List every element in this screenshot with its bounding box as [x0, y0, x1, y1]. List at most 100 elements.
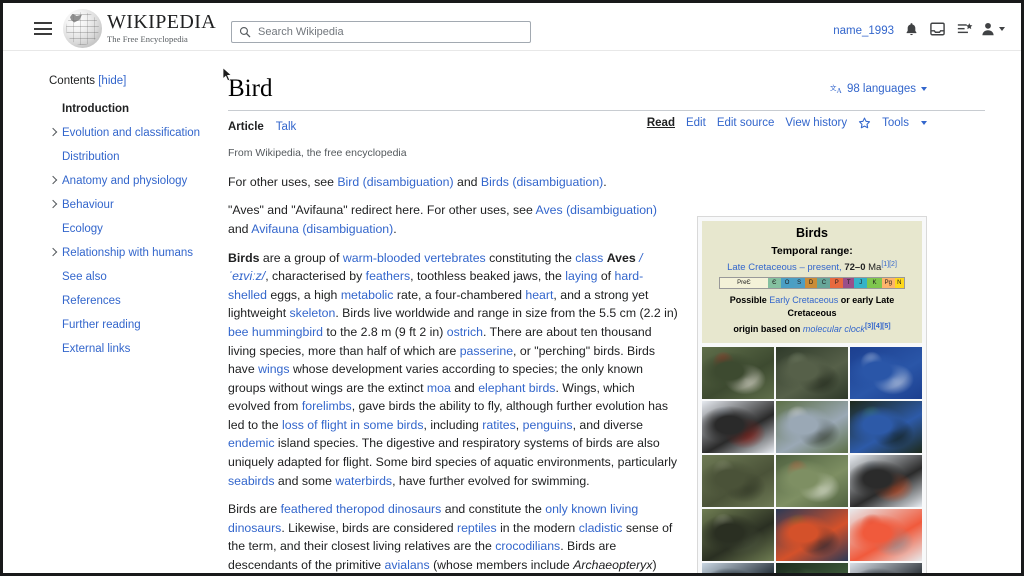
hamburger-menu-icon[interactable]	[34, 22, 52, 35]
timescale-segment-d[interactable]: D	[804, 278, 818, 289]
toc-item-anatomy-and-physiology[interactable]: Anatomy and physiology	[49, 173, 215, 189]
chevron-right-icon[interactable]	[49, 176, 58, 185]
hatnote-1-link-a[interactable]: Bird (disambiguation)	[337, 175, 453, 189]
article-link[interactable]: vertebrates	[424, 251, 486, 265]
article-link[interactable]: ostrich	[447, 325, 483, 339]
tab-talk[interactable]: Talk	[276, 121, 296, 133]
toc-item-distribution[interactable]: Distribution	[49, 149, 215, 165]
article-link[interactable]: ratites	[482, 418, 516, 432]
article-link[interactable]: reptiles	[457, 521, 497, 535]
toc-item-external-links[interactable]: External links	[49, 341, 215, 357]
toc-item-behaviour[interactable]: Behaviour	[49, 197, 215, 213]
temporal-range-text[interactable]: Late Cretaceous – present,	[727, 262, 842, 273]
toc-item-introduction[interactable]: Introduction	[49, 101, 215, 117]
taxobox-photo-peacock-display[interactable]	[850, 401, 922, 454]
article-link[interactable]: warm-blooded	[343, 251, 421, 265]
taxobox-photo-grey-crowned-crane-juvenile[interactable]	[776, 347, 848, 400]
tab-view-history[interactable]: View history	[785, 117, 847, 129]
timescale-segment-o[interactable]: O	[780, 278, 794, 289]
article-link[interactable]: wings	[258, 362, 289, 376]
taxobox-photo-red-headed-woodpecker[interactable]	[702, 347, 774, 400]
timescale-segment-p[interactable]: P	[830, 278, 844, 289]
chevron-right-icon[interactable]	[49, 128, 58, 137]
hatnote-2-link-b[interactable]: Avifauna (disambiguation)	[251, 222, 393, 236]
article-link[interactable]: metabolic	[341, 288, 394, 302]
chevron-right-icon[interactable]	[49, 200, 58, 209]
article-link[interactable]: heart	[525, 288, 553, 302]
chevron-right-icon[interactable]	[49, 248, 58, 257]
tab-article[interactable]: Article	[228, 121, 264, 133]
taxobox-photo-flamingo[interactable]	[850, 509, 922, 562]
article-link[interactable]: crocodilians	[495, 539, 560, 553]
article-link[interactable]: moa	[427, 381, 451, 395]
watchlist-icon[interactable]	[957, 22, 973, 36]
timescale-segment-n[interactable]: N	[894, 278, 904, 289]
toc-item-ecology[interactable]: Ecology	[49, 221, 215, 237]
toc-item-references[interactable]: References	[49, 293, 215, 309]
origin-line1-link[interactable]: Early Cretaceous	[769, 295, 838, 305]
taxobox-photo-pigeon[interactable]	[702, 455, 774, 508]
taxobox-photo-ibis[interactable]	[776, 563, 848, 573]
taxobox-photo-penguin[interactable]	[702, 563, 774, 573]
hatnote-2-link-a[interactable]: Aves (disambiguation)	[536, 203, 657, 217]
taxobox-photo-magpie[interactable]	[702, 401, 774, 454]
geologic-timescale-bar[interactable]: PreЄ Є O S D C P T J K Pg N	[719, 277, 905, 290]
taxobox-photo-northern-gannet[interactable]	[850, 347, 922, 400]
taxobox-photo-guineafowl[interactable]	[702, 509, 774, 562]
tab-read[interactable]: Read	[647, 117, 675, 129]
toc-item-see-also[interactable]: See also	[49, 269, 215, 285]
article-link[interactable]: dinosaurs	[388, 502, 441, 516]
article-link[interactable]: penguins	[523, 418, 573, 432]
taxobox-photo-hummingbird-flight[interactable]	[776, 455, 848, 508]
article-link[interactable]: feathers	[366, 269, 410, 283]
taxobox-photo-grey-crowned-crane[interactable]	[776, 401, 848, 454]
article-link[interactable]: seabirds	[228, 474, 274, 488]
origin-refs[interactable]: [3][4][5]	[865, 323, 891, 330]
article-link[interactable]: loss of flight in some birds	[282, 418, 423, 432]
origin-line2-link[interactable]: molecular clock	[803, 324, 865, 334]
article-link[interactable]: class	[575, 251, 603, 265]
article-link[interactable]: skeleton	[290, 306, 336, 320]
taxobox-photo-albatross[interactable]	[850, 563, 922, 573]
user-avatar-icon[interactable]	[981, 22, 1005, 36]
username-link[interactable]: name_1993	[833, 25, 894, 37]
search-input[interactable]: Search Wikipedia	[231, 21, 531, 43]
star-icon[interactable]	[858, 117, 871, 130]
text-run: of	[597, 269, 615, 284]
taxobox-photo-swan-landing[interactable]	[850, 455, 922, 508]
timescale-segment-k[interactable]: K	[867, 278, 882, 289]
article-link[interactable]: elephant birds	[478, 381, 555, 395]
page-content: Contents [hide] Introduction Evolution an…	[3, 51, 1021, 573]
article-link[interactable]: waterbirds	[335, 474, 392, 488]
article-link[interactable]: passerine	[460, 344, 513, 358]
article-link[interactable]: cladistic	[579, 521, 623, 535]
taxobox-photo-pheasant[interactable]	[776, 509, 848, 562]
toc-item-evolution-and-classification[interactable]: Evolution and classification	[49, 125, 215, 141]
timescale-segment-pg[interactable]: Pg	[881, 278, 895, 289]
article-link[interactable]: feathered	[281, 502, 333, 516]
timescale-segment-t[interactable]: T	[843, 278, 855, 289]
toc-item-further-reading[interactable]: Further reading	[49, 317, 215, 333]
timescale-segment-є[interactable]: Є	[767, 278, 781, 289]
bell-icon[interactable]	[905, 22, 918, 37]
article-link[interactable]: bee hummingbird	[228, 325, 323, 339]
wikipedia-logo-link[interactable]: WIKIPEDIA The Free Encyclopedia	[63, 8, 216, 48]
timescale-segment-preє[interactable]: PreЄ	[720, 278, 768, 289]
article-link[interactable]: laying	[565, 269, 597, 283]
article-link[interactable]: endemic	[228, 436, 274, 450]
toc-hide-link[interactable]: [hide]	[98, 75, 126, 87]
timescale-segment-s[interactable]: S	[793, 278, 805, 289]
timescale-segment-j[interactable]: J	[854, 278, 868, 289]
tab-edit[interactable]: Edit	[686, 117, 706, 129]
language-selector-button[interactable]: 文 A 98 languages	[830, 83, 927, 95]
timescale-segment-c[interactable]: C	[817, 278, 831, 289]
article-link[interactable]: theropod	[336, 502, 385, 516]
tab-edit-source[interactable]: Edit source	[717, 117, 775, 129]
hatnote-1-link-b[interactable]: Birds (disambiguation)	[481, 175, 603, 189]
tray-icon[interactable]	[930, 22, 945, 36]
article-link[interactable]: forelimbs	[302, 399, 352, 413]
article-link[interactable]: avialans	[385, 558, 430, 572]
toc-item-relationship-with-humans[interactable]: Relationship with humans	[49, 245, 215, 261]
temporal-range-refs[interactable]: [1][2]	[881, 261, 897, 268]
tools-button[interactable]: Tools	[882, 117, 909, 129]
